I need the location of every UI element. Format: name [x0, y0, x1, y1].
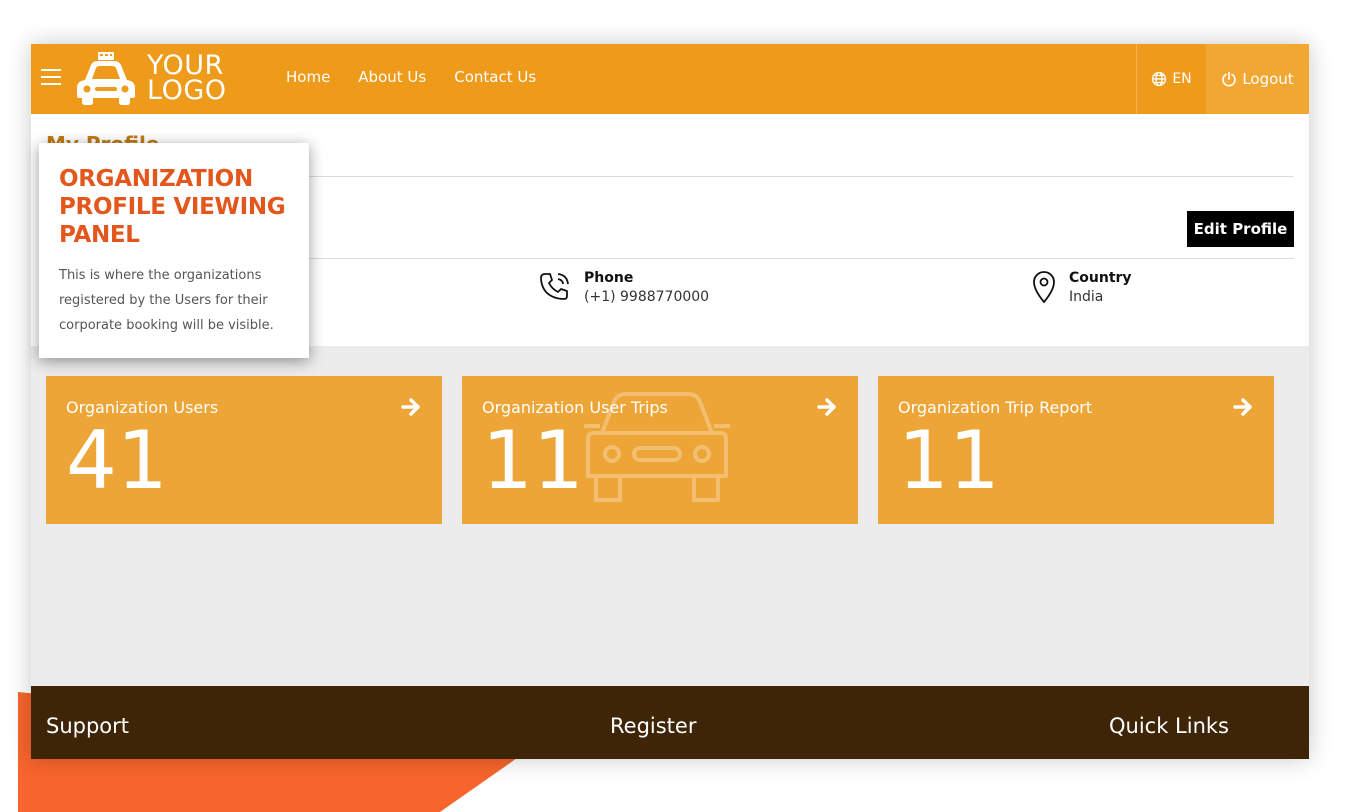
nav-contact-us[interactable]: Contact Us — [454, 68, 536, 86]
globe-icon — [1152, 71, 1167, 87]
footer-heading-support: Support — [46, 714, 130, 738]
footer-heading-register: Register — [610, 714, 697, 738]
country-info: Country India — [1031, 270, 1132, 305]
language-label: EN — [1172, 71, 1192, 87]
phone-label: Phone — [584, 270, 634, 286]
logo-text: YOUR LOGO — [147, 52, 227, 106]
main-nav: Home About Us Contact Us — [286, 68, 536, 86]
language-selector[interactable]: EN — [1136, 44, 1206, 114]
nav-home[interactable]: Home — [286, 68, 330, 86]
taxi-car-icon — [77, 52, 135, 105]
edit-profile-button[interactable]: Edit Profile — [1187, 211, 1294, 247]
site-logo[interactable]: YOUR LOGO — [75, 50, 235, 108]
tooltip-title: ORGANIZATION PROFILE VIEWING PANEL — [59, 166, 286, 248]
card-value: 11 — [898, 414, 1000, 507]
top-navbar: YOUR LOGO Home About Us Contact Us EN Lo… — [31, 44, 1309, 114]
footer-heading-quick-links: Quick Links — [1109, 714, 1230, 738]
logout-button[interactable]: Logout — [1206, 44, 1309, 114]
feature-tooltip: ORGANIZATION PROFILE VIEWING PANEL This … — [39, 143, 309, 358]
logo-line-2: LOGO — [147, 75, 227, 106]
country-value: India — [1069, 289, 1104, 305]
logout-label: Logout — [1242, 70, 1294, 88]
screenshot-stage: YOUR LOGO Home About Us Contact Us EN Lo… — [0, 0, 1348, 812]
card-value: 41 — [66, 414, 168, 507]
phone-value: (+1) 9988770000 — [584, 289, 710, 305]
card-organization-users[interactable]: Organization Users 41 — [46, 376, 442, 524]
card-organization-trip-report[interactable]: Organization Trip Report 11 — [878, 376, 1274, 524]
phone-info: Phone (+1) 9988770000 — [538, 270, 709, 305]
card-organization-user-trips[interactable]: Organization User Trips 11 — [462, 376, 858, 524]
card-value: 11 — [482, 414, 584, 507]
country-label: Country — [1069, 270, 1132, 286]
arrow-right-icon[interactable] — [816, 396, 838, 418]
nav-about-us[interactable]: About Us — [358, 68, 426, 86]
power-icon — [1222, 71, 1237, 87]
tooltip-body: This is where the organizations register… — [59, 268, 274, 333]
hamburger-menu-icon[interactable] — [41, 69, 61, 87]
site-footer: Support Register Quick Links — [31, 686, 1309, 759]
phone-icon — [540, 273, 569, 300]
map-pin-icon — [1033, 271, 1055, 304]
arrow-right-icon[interactable] — [400, 396, 422, 418]
arrow-right-icon[interactable] — [1232, 396, 1254, 418]
